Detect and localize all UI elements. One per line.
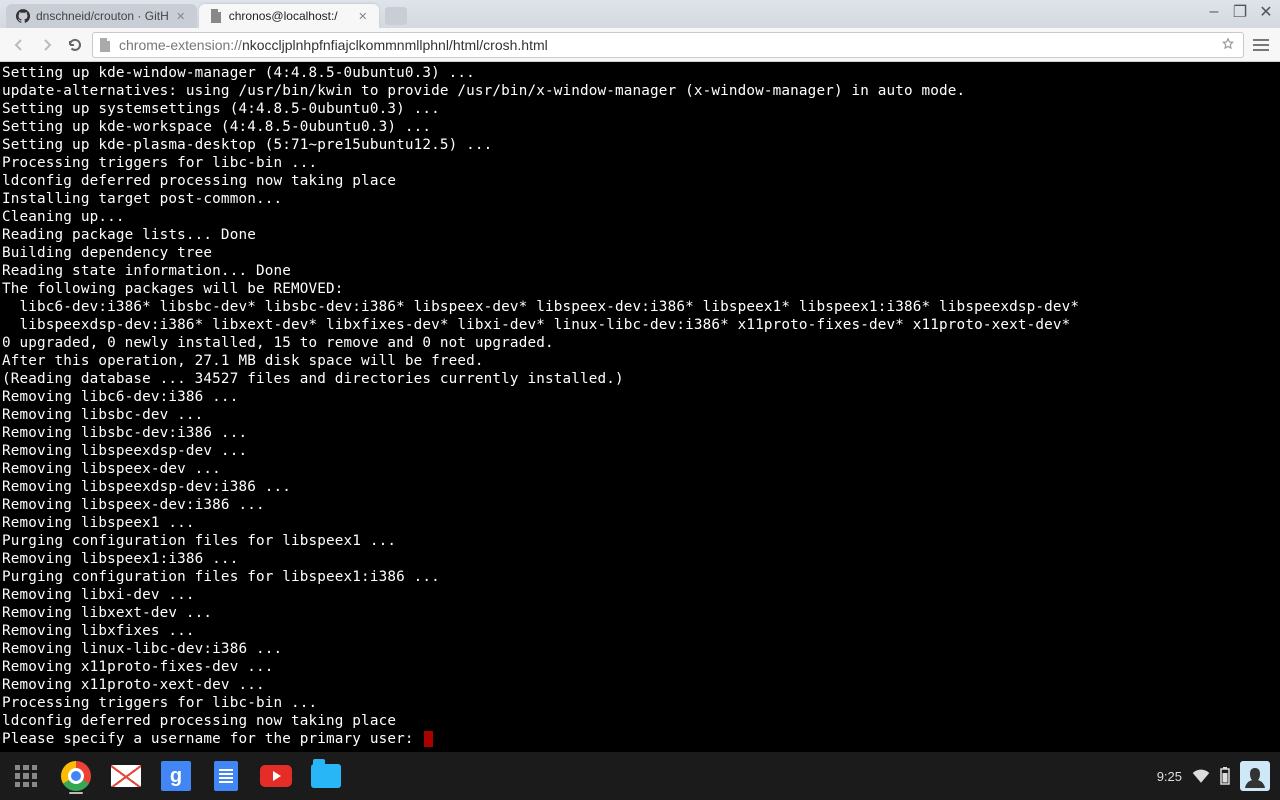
close-icon[interactable]: ✕ [357,10,369,22]
tab-github[interactable]: dnschneid/crouton · GitH ✕ [6,4,197,28]
google-search-app[interactable]: g [156,756,196,796]
terminal-line: Removing libc6-dev:i386 ... [2,388,1278,406]
url-path: nkoccljplnhpfnfiajclkommnmllphnl/html/cr… [242,37,548,53]
terminal-line: After this operation, 27.1 MB disk space… [2,352,1278,370]
github-icon [16,9,30,23]
apps-grid-icon [12,762,40,790]
terminal-line: Removing linux-libc-dev:i386 ... [2,640,1278,658]
address-bar[interactable]: chrome-extension://nkoccljplnhpfnfiajclk… [92,32,1244,58]
chrome-app[interactable] [56,756,96,796]
reload-button[interactable] [64,34,86,56]
terminal-line: Removing libspeexdsp-dev:i386 ... [2,478,1278,496]
terminal-line: libspeexdsp-dev:i386* libxext-dev* libxf… [2,316,1278,334]
terminal-line: Removing libspeex1 ... [2,514,1278,532]
terminal-line: Removing libsbc-dev ... [2,406,1278,424]
page-icon [209,9,223,23]
terminal-line: Cleaning up... [2,208,1278,226]
google-icon: g [161,761,191,791]
terminal-line: Purging configuration files for libspeex… [2,532,1278,550]
window-controls: – ❐ ✕ [1206,4,1274,20]
terminal-line: Removing libspeexdsp-dev ... [2,442,1278,460]
terminal-line: Installing target post-common... [2,190,1278,208]
files-icon [311,764,341,788]
wifi-icon [1192,769,1210,783]
terminal-line: Removing libxfixes ... [2,622,1278,640]
terminal-line: Removing libspeex1:i386 ... [2,550,1278,568]
terminal-line: Purging configuration files for libspeex… [2,568,1278,586]
terminal-line: Building dependency tree [2,244,1278,262]
tab-strip: dnschneid/crouton · GitH ✕ chronos@local… [0,0,1280,28]
terminal-line: Setting up systemsettings (4:4.8.5-0ubun… [2,100,1278,118]
docs-app[interactable] [206,756,246,796]
new-tab-button[interactable] [385,7,407,25]
tab-title: chronos@localhost:/ [229,9,351,23]
terminal-line: (Reading database ... 34527 files and di… [2,370,1278,388]
maximize-button[interactable]: ❐ [1232,4,1248,20]
terminal-output[interactable]: Setting up kde-window-manager (4:4.8.5-0… [0,62,1280,752]
browser-window: dnschneid/crouton · GitH ✕ chronos@local… [0,0,1280,800]
page-icon [99,38,113,52]
terminal-line: ldconfig deferred processing now taking … [2,712,1278,730]
terminal-line: Reading state information... Done [2,262,1278,280]
terminal-line: Removing libxext-dev ... [2,604,1278,622]
terminal-line: Removing x11proto-xext-dev ... [2,676,1278,694]
terminal-line: libc6-dev:i386* libsbc-dev* libsbc-dev:i… [2,298,1278,316]
terminal-line: Setting up kde-window-manager (4:4.8.5-0… [2,64,1278,82]
youtube-icon [260,765,292,787]
terminal-line: Setting up kde-plasma-desktop (5:71~pre1… [2,136,1278,154]
terminal-line: update-alternatives: using /usr/bin/kwin… [2,82,1278,100]
back-button[interactable] [8,34,30,56]
terminal-line: Processing triggers for libc-bin ... [2,694,1278,712]
terminal-line: Reading package lists... Done [2,226,1278,244]
terminal-line: Setting up kde-workspace (4:4.8.5-0ubunt… [2,118,1278,136]
terminal-line: Removing x11proto-fixes-dev ... [2,658,1278,676]
gmail-icon [111,765,141,787]
files-app[interactable] [306,756,346,796]
cursor [424,731,433,747]
battery-icon [1220,767,1230,785]
terminal-line: 0 upgraded, 0 newly installed, 15 to rem… [2,334,1278,352]
status-area[interactable]: 9:25 [1157,761,1274,791]
tab-crosh[interactable]: chronos@localhost:/ ✕ [199,4,379,28]
terminal-line: The following packages will be REMOVED: [2,280,1278,298]
clock: 9:25 [1157,769,1182,784]
terminal-line: Removing libxi-dev ... [2,586,1278,604]
forward-button[interactable] [36,34,58,56]
toolbar: chrome-extension://nkoccljplnhpfnfiajclk… [0,28,1280,62]
terminal-line: ldconfig deferred processing now taking … [2,172,1278,190]
tab-title: dnschneid/crouton · GitH [36,9,169,23]
terminal-line: Removing libspeex-dev ... [2,460,1278,478]
url-scheme: chrome-extension:// [119,37,242,53]
close-icon[interactable]: ✕ [175,10,187,22]
terminal-line: Processing triggers for libc-bin ... [2,154,1278,172]
terminal-line: Removing libsbc-dev:i386 ... [2,424,1278,442]
terminal-prompt[interactable]: Please specify a username for the primar… [2,730,1278,748]
chrome-menu-button[interactable] [1250,34,1272,56]
close-window-button[interactable]: ✕ [1258,4,1274,20]
docs-icon [214,761,238,791]
bookmark-star-icon[interactable] [1221,37,1237,53]
minimize-button[interactable]: – [1206,4,1222,20]
launcher-button[interactable] [6,756,46,796]
avatar [1240,761,1270,791]
youtube-app[interactable] [256,756,296,796]
chrome-icon [61,761,91,791]
terminal-line: Removing libspeex-dev:i386 ... [2,496,1278,514]
gmail-app[interactable] [106,756,146,796]
shelf: g 9:25 [0,752,1280,800]
url-text: chrome-extension://nkoccljplnhpfnfiajclk… [119,37,1221,53]
